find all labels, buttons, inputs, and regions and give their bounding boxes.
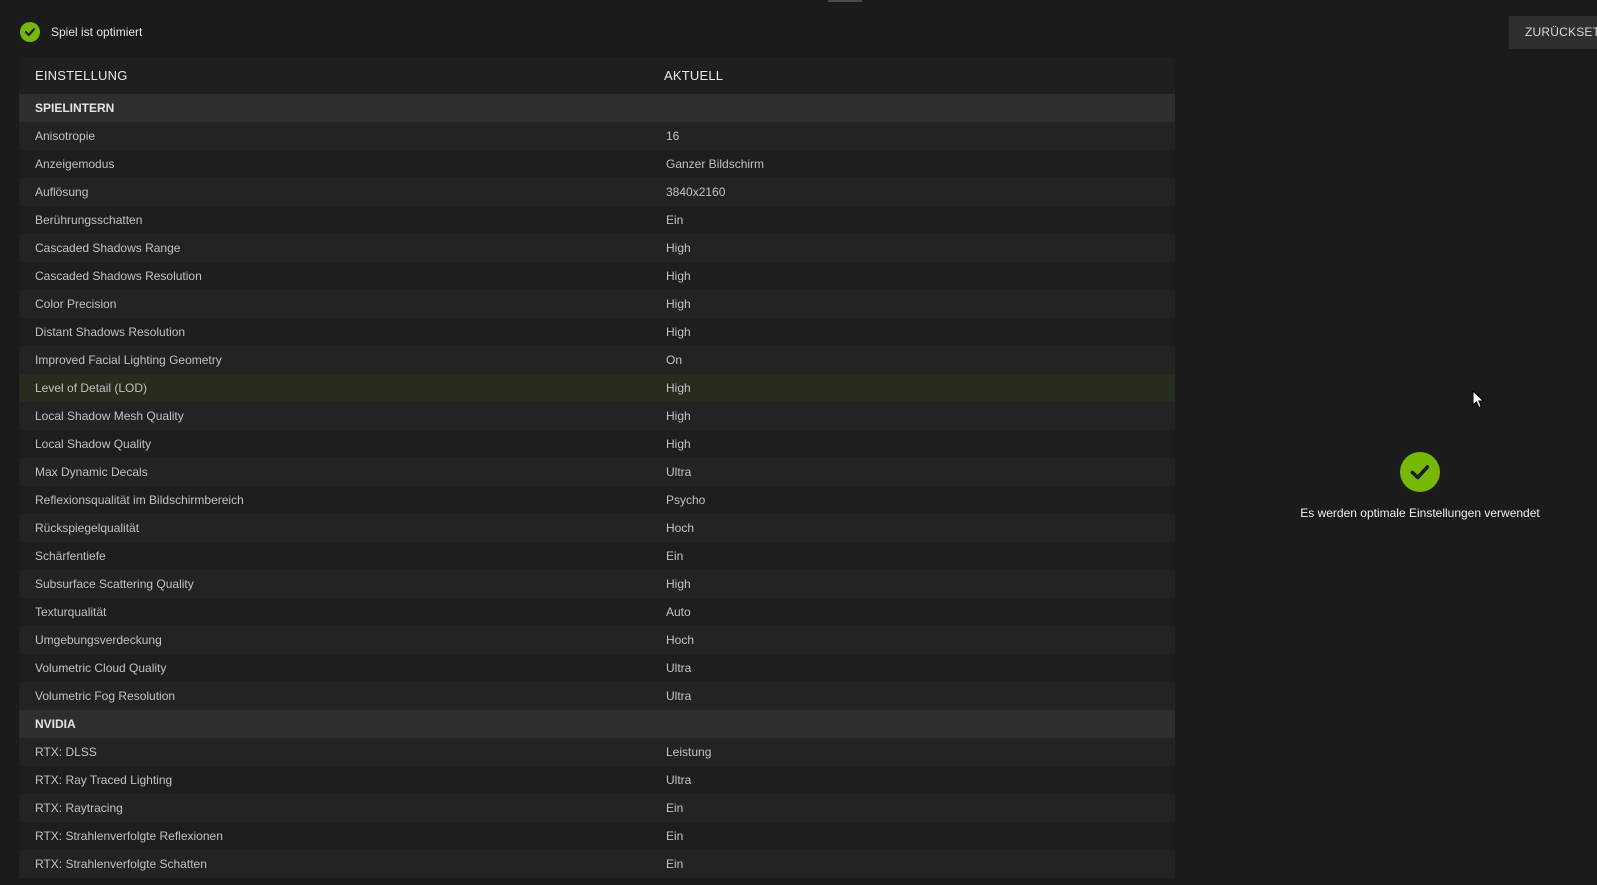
table-row[interactable]: Local Shadow Quality High xyxy=(19,430,1175,458)
settings-table: EINSTELLUNG AKTUELL SPIELINTERN Anisotrop… xyxy=(19,57,1175,878)
table-row[interactable]: RTX: DLSS Leistung xyxy=(19,738,1175,766)
table-row[interactable]: Distant Shadows Resolution High xyxy=(19,318,1175,346)
table-row[interactable]: Improved Facial Lighting Geometry On xyxy=(19,346,1175,374)
table-row[interactable]: Max Dynamic Decals Ultra xyxy=(19,458,1175,486)
setting-value: Ein xyxy=(666,549,684,563)
setting-value: High xyxy=(666,297,691,311)
table-row[interactable]: Volumetric Cloud Quality Ultra xyxy=(19,654,1175,682)
setting-name: Level of Detail (LOD) xyxy=(35,381,148,395)
setting-name: Reflexionsqualität im Bildschirmbereich xyxy=(35,493,244,507)
setting-value: Ein xyxy=(666,829,684,843)
optimal-settings-panel: Es werden optimale Einstellungen verwend… xyxy=(1260,452,1580,520)
setting-name: Local Shadow Quality xyxy=(35,437,152,451)
mouse-cursor-icon xyxy=(1472,389,1486,410)
optimal-settings-text: Es werden optimale Einstellungen verwend… xyxy=(1300,506,1540,520)
setting-value: High xyxy=(666,381,691,395)
check-circle-icon xyxy=(20,22,40,42)
setting-name: RTX: Strahlenverfolgte Schatten xyxy=(35,857,207,871)
table-row[interactable]: Auflösung 3840x2160 xyxy=(19,178,1175,206)
table-body: SPIELINTERN Anisotropie 16 Anzeigemodus Ganz… xyxy=(19,94,1175,878)
table-row[interactable]: Volumetric Fog Resolution Ultra xyxy=(19,682,1175,710)
table-row[interactable]: Berührungsschatten Ein xyxy=(19,206,1175,234)
table-row[interactable]: Texturqualität Auto xyxy=(19,598,1175,626)
setting-name: RTX: DLSS xyxy=(35,745,97,759)
setting-value: High xyxy=(666,325,691,339)
table-row[interactable]: RTX: Strahlenverfolgte Reflexionen Ein xyxy=(19,822,1175,850)
setting-name: Max Dynamic Decals xyxy=(35,465,148,479)
setting-value: Leistung xyxy=(666,745,712,759)
setting-value: High xyxy=(666,241,691,255)
setting-value: Ultra xyxy=(666,689,692,703)
optimization-status: Spiel ist optimiert xyxy=(20,22,142,42)
game-settings-page: Spiel ist optimiert ZURÜCKSETZ EINSTELLU… xyxy=(0,0,1597,885)
table-row[interactable]: Umgebungsverdeckung Hoch xyxy=(19,626,1175,654)
setting-value: High xyxy=(666,437,691,451)
check-circle-icon xyxy=(1400,452,1440,492)
setting-name: Color Precision xyxy=(35,297,117,311)
setting-name: RTX: Raytracing xyxy=(35,801,123,815)
setting-value: 16 xyxy=(666,129,680,143)
setting-name: Anzeigemodus xyxy=(35,157,115,171)
column-header-setting: EINSTELLUNG xyxy=(35,68,128,83)
setting-value: 3840x2160 xyxy=(666,185,726,199)
setting-value: Auto xyxy=(666,605,691,619)
setting-name: Volumetric Fog Resolution xyxy=(35,689,176,703)
setting-name: Schärfentiefe xyxy=(35,549,106,563)
table-row[interactable]: Level of Detail (LOD) High xyxy=(19,374,1175,402)
setting-name: Cascaded Shadows Resolution xyxy=(35,269,202,283)
status-text: Spiel ist optimiert xyxy=(51,25,143,39)
setting-name: Subsurface Scattering Quality xyxy=(35,577,194,591)
section-header: NVIDIA xyxy=(19,710,1175,738)
setting-value: Ein xyxy=(666,213,684,227)
table-header: EINSTELLUNG AKTUELL xyxy=(19,57,1175,94)
setting-value: Ultra xyxy=(666,661,692,675)
setting-name: Local Shadow Mesh Quality xyxy=(35,409,184,423)
table-row[interactable]: RTX: Strahlenverfolgte Schatten Ein xyxy=(19,850,1175,878)
setting-name: Improved Facial Lighting Geometry xyxy=(35,353,222,367)
table-row[interactable]: Reflexionsqualität im Bildschirmbereich P… xyxy=(19,486,1175,514)
setting-value: Ganzer Bildschirm xyxy=(666,157,765,171)
table-row[interactable]: Cascaded Shadows Range High xyxy=(19,234,1175,262)
table-row[interactable]: Rückspiegelqualität Hoch xyxy=(19,514,1175,542)
setting-value: High xyxy=(666,577,691,591)
table-row[interactable]: Schärfentiefe Ein xyxy=(19,542,1175,570)
setting-value: High xyxy=(666,409,691,423)
setting-name: Berührungsschatten xyxy=(35,213,143,227)
table-row[interactable]: Subsurface Scattering Quality High xyxy=(19,570,1175,598)
setting-value: Ultra xyxy=(666,465,692,479)
setting-name: Anisotropie xyxy=(35,129,96,143)
table-row[interactable]: RTX: Ray Traced Lighting Ultra xyxy=(19,766,1175,794)
setting-value: High xyxy=(666,269,691,283)
table-row[interactable]: Anisotropie 16 xyxy=(19,122,1175,150)
section-header: SPIELINTERN xyxy=(19,94,1175,122)
setting-value: Hoch xyxy=(666,633,695,647)
table-row[interactable]: Anzeigemodus Ganzer Bildschirm xyxy=(19,150,1175,178)
setting-name: Volumetric Cloud Quality xyxy=(35,661,167,675)
table-row[interactable]: RTX: Raytracing Ein xyxy=(19,794,1175,822)
setting-name: RTX: Ray Traced Lighting xyxy=(35,773,173,787)
setting-name: Cascaded Shadows Range xyxy=(35,241,181,255)
setting-name: Umgebungsverdeckung xyxy=(35,633,162,647)
setting-value: On xyxy=(666,353,683,367)
setting-value: Ein xyxy=(666,801,684,815)
reset-button[interactable]: ZURÜCKSETZ xyxy=(1509,16,1597,49)
column-header-current: AKTUELL xyxy=(664,68,724,83)
setting-value: Psycho xyxy=(666,493,706,507)
drag-handle[interactable] xyxy=(828,0,862,2)
setting-value: Ultra xyxy=(666,773,692,787)
setting-value: Hoch xyxy=(666,521,695,535)
setting-name: Rückspiegelqualität xyxy=(35,521,140,535)
table-row[interactable]: Local Shadow Mesh Quality High xyxy=(19,402,1175,430)
setting-name: RTX: Strahlenverfolgte Reflexionen xyxy=(35,829,223,843)
setting-name: Distant Shadows Resolution xyxy=(35,325,186,339)
table-row[interactable]: Color Precision High xyxy=(19,290,1175,318)
setting-name: Auflösung xyxy=(35,185,89,199)
setting-name: Texturqualität xyxy=(35,605,107,619)
table-row[interactable]: Cascaded Shadows Resolution High xyxy=(19,262,1175,290)
setting-value: Ein xyxy=(666,857,684,871)
